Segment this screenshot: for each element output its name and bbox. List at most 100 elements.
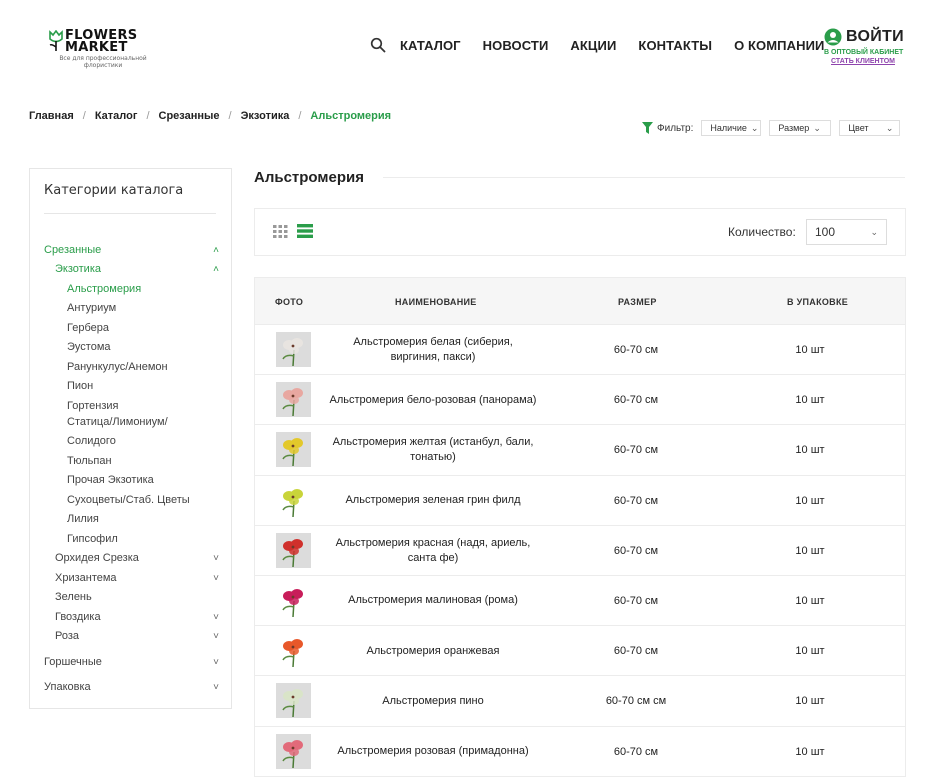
chevron-down-icon[interactable]: ˅ xyxy=(213,573,219,584)
product-name[interactable]: Альстромерия белая (сиберия, виргиния, п… xyxy=(327,325,539,375)
sidebar-category-item[interactable]: Гербера xyxy=(44,320,219,336)
product-pack: 10 шт xyxy=(795,494,825,507)
breadcrumb-home[interactable]: Главная xyxy=(29,110,74,122)
sidebar-category-item[interactable]: Гортензия xyxy=(44,398,219,414)
sidebar-category-item[interactable]: Статица/Лимониум/ xyxy=(44,414,219,430)
product-size: 60-70 см см xyxy=(605,695,667,708)
sidebar-category-label: Хризантема xyxy=(55,572,117,584)
sidebar-category-item[interactable]: Сухоцветы/Стаб. Цветы xyxy=(44,492,219,508)
sidebar-category-item[interactable]: Хризантема ˅ xyxy=(44,570,219,586)
sidebar-category-label: Горшечные xyxy=(44,656,102,668)
sidebar-category-item[interactable]: Гипсофил xyxy=(44,531,219,547)
chevron-up-icon[interactable]: ˄ xyxy=(213,245,219,256)
product-photo[interactable] xyxy=(276,382,311,418)
sidebar-category-item[interactable]: Упаковка ˅ xyxy=(44,679,219,695)
table-row[interactable]: Альстромерия розовая (примадонна) 60-70 с… xyxy=(255,727,905,777)
sidebar-category-item[interactable]: Антуриум xyxy=(44,300,219,316)
login-button[interactable]: ВОЙТИ xyxy=(824,28,908,46)
breadcrumb-catalog[interactable]: Каталог xyxy=(95,110,138,122)
sidebar-category-item[interactable]: Орхидея Срезка ˅ xyxy=(44,550,219,566)
table-row[interactable]: Альстромерия зеленая грин филд 60-70 см 10… xyxy=(255,476,905,526)
table-row[interactable]: Альстромерия красная (надя, ариель, сант… xyxy=(255,526,905,576)
sidebar-category-item[interactable]: Экзотика ˄ xyxy=(44,261,219,277)
product-photo[interactable] xyxy=(276,633,311,669)
table-row[interactable]: Альстромерия малиновая (рома) 60-70 см 10 … xyxy=(255,576,905,627)
sidebar-category-item[interactable]: Горшечные ˅ xyxy=(44,654,219,670)
product-name[interactable]: Альстромерия малиновая (рома) xyxy=(327,576,539,626)
filter-availability-label: Наличие xyxy=(710,123,747,133)
product-photo[interactable] xyxy=(276,582,311,618)
breadcrumb-exotic[interactable]: Экзотика xyxy=(241,110,290,122)
sidebar-category-label: Тюльпан xyxy=(67,455,112,467)
filter-color-select[interactable]: Цвет ⌄ xyxy=(839,120,901,136)
login-block: ВОЙТИ В ОПТОВЫЙ КАБИНЕТ СТАТЬ КЛИЕНТОМ xyxy=(824,28,908,65)
nav-contacts[interactable]: КОНТАКТЫ xyxy=(638,38,712,53)
table-row[interactable]: Альстромерия бело-розовая (панорама) 60-7… xyxy=(255,375,905,426)
nav-news[interactable]: НОВОСТИ xyxy=(483,38,549,53)
catalog-sidebar: Категории каталога Срезанные ˄ Экзотика ˄ Ал… xyxy=(29,168,232,709)
chevron-down-icon[interactable]: ˅ xyxy=(213,682,219,693)
sidebar-category-item[interactable]: Зелень xyxy=(44,589,219,605)
sidebar-category-label: Гипсофил xyxy=(67,533,118,545)
product-pack: 10 шт xyxy=(795,544,825,557)
product-name[interactable]: Альстромерия красная (надя, ариель, сант… xyxy=(327,526,539,576)
quantity-select[interactable]: 100 ⌄ xyxy=(806,219,887,245)
product-name[interactable]: Альстромерия зеленая грин филд xyxy=(327,476,539,526)
filter-color-label: Цвет xyxy=(848,123,869,133)
product-size: 60-70 см xyxy=(613,494,659,507)
nav-about[interactable]: О КОМПАНИИ xyxy=(734,38,824,53)
product-name[interactable]: Альстромерия оранжевая xyxy=(327,626,539,676)
view-toolbar: Количество: 100 ⌄ xyxy=(254,208,906,256)
column-header-pack: В УПАКОВКЕ xyxy=(787,297,849,307)
product-name[interactable]: Альстромерия розовая (примадонна) xyxy=(327,727,539,777)
product-pack: 10 шт xyxy=(795,695,825,708)
product-size: 60-70 см xyxy=(613,645,659,658)
product-photo[interactable] xyxy=(276,532,311,568)
sidebar-category-item[interactable]: Альстромерия xyxy=(44,281,219,297)
chevron-down-icon: ⌄ xyxy=(813,122,821,133)
product-name[interactable]: Альстромерия пино xyxy=(327,676,539,726)
product-photo[interactable] xyxy=(276,432,311,468)
chevron-down-icon[interactable]: ˅ xyxy=(213,657,219,668)
sidebar-category-item[interactable]: Гвоздика ˅ xyxy=(44,609,219,625)
chevron-up-icon[interactable]: ˄ xyxy=(213,264,219,275)
page-title: Альстромерия xyxy=(254,169,364,186)
chevron-down-icon[interactable]: ˅ xyxy=(213,631,219,642)
product-name[interactable]: Альстромерия желтая (истанбул, бали, тон… xyxy=(327,425,539,475)
table-row[interactable]: Альстромерия оранжевая 60-70 см 10 шт xyxy=(255,626,905,677)
list-view-icon[interactable] xyxy=(297,224,313,238)
filter-availability-select[interactable]: Наличие ⌄ xyxy=(701,120,762,136)
nav-catalog[interactable]: КАТАЛОГ xyxy=(400,38,461,53)
sidebar-category-item[interactable]: Прочая Экзотика xyxy=(44,472,219,488)
product-size: 60-70 см xyxy=(613,344,659,356)
table-row[interactable]: Альстромерия белая (сиберия, виргиния, п… xyxy=(255,325,905,376)
chevron-down-icon[interactable]: ˅ xyxy=(213,553,219,564)
product-name[interactable]: Альстромерия бело-розовая (панорама) xyxy=(327,375,539,425)
sidebar-category-item[interactable]: Ранункулус/Анемон xyxy=(44,359,219,375)
register-link[interactable]: СТАТЬ КЛИЕНТОМ xyxy=(831,58,908,65)
product-pack: 10 шт xyxy=(795,444,825,457)
sidebar-category-item[interactable]: Роза ˅ xyxy=(44,628,219,644)
sidebar-category-item[interactable]: Солидого xyxy=(44,433,219,449)
sidebar-category-item[interactable]: Пион xyxy=(44,378,219,394)
search-icon[interactable] xyxy=(370,37,386,53)
filter-bar: Фильтр: Наличие ⌄ Размер ⌄ Цвет ⌄ xyxy=(642,120,908,136)
table-row[interactable]: Альстромерия пино 60-70 см см 10 шт xyxy=(255,676,905,727)
table-row[interactable]: Альстромерия желтая (истанбул, бали, тон… xyxy=(255,425,905,476)
chevron-down-icon[interactable]: ˅ xyxy=(213,612,219,623)
product-photo[interactable] xyxy=(276,683,311,719)
nav-promotions[interactable]: АКЦИИ xyxy=(570,38,616,53)
login-label: ВОЙТИ xyxy=(846,28,904,45)
breadcrumb-cut[interactable]: Срезанные xyxy=(159,110,220,122)
sidebar-category-item[interactable]: Эустома xyxy=(44,339,219,355)
logo[interactable]: FLOWERS MARKET Все для профессиональной … xyxy=(47,29,157,70)
sidebar-category-item[interactable]: Срезанные ˄ xyxy=(44,242,219,258)
product-photo[interactable] xyxy=(276,482,311,518)
sidebar-category-item[interactable]: Тюльпан xyxy=(44,453,219,469)
product-photo[interactable] xyxy=(276,332,311,367)
sidebar-category-item[interactable]: Лилия xyxy=(44,511,219,527)
grid-view-icon[interactable] xyxy=(273,225,288,238)
filter-size-select[interactable]: Размер ⌄ xyxy=(769,120,832,136)
user-icon xyxy=(824,28,842,46)
product-photo[interactable] xyxy=(276,733,311,769)
